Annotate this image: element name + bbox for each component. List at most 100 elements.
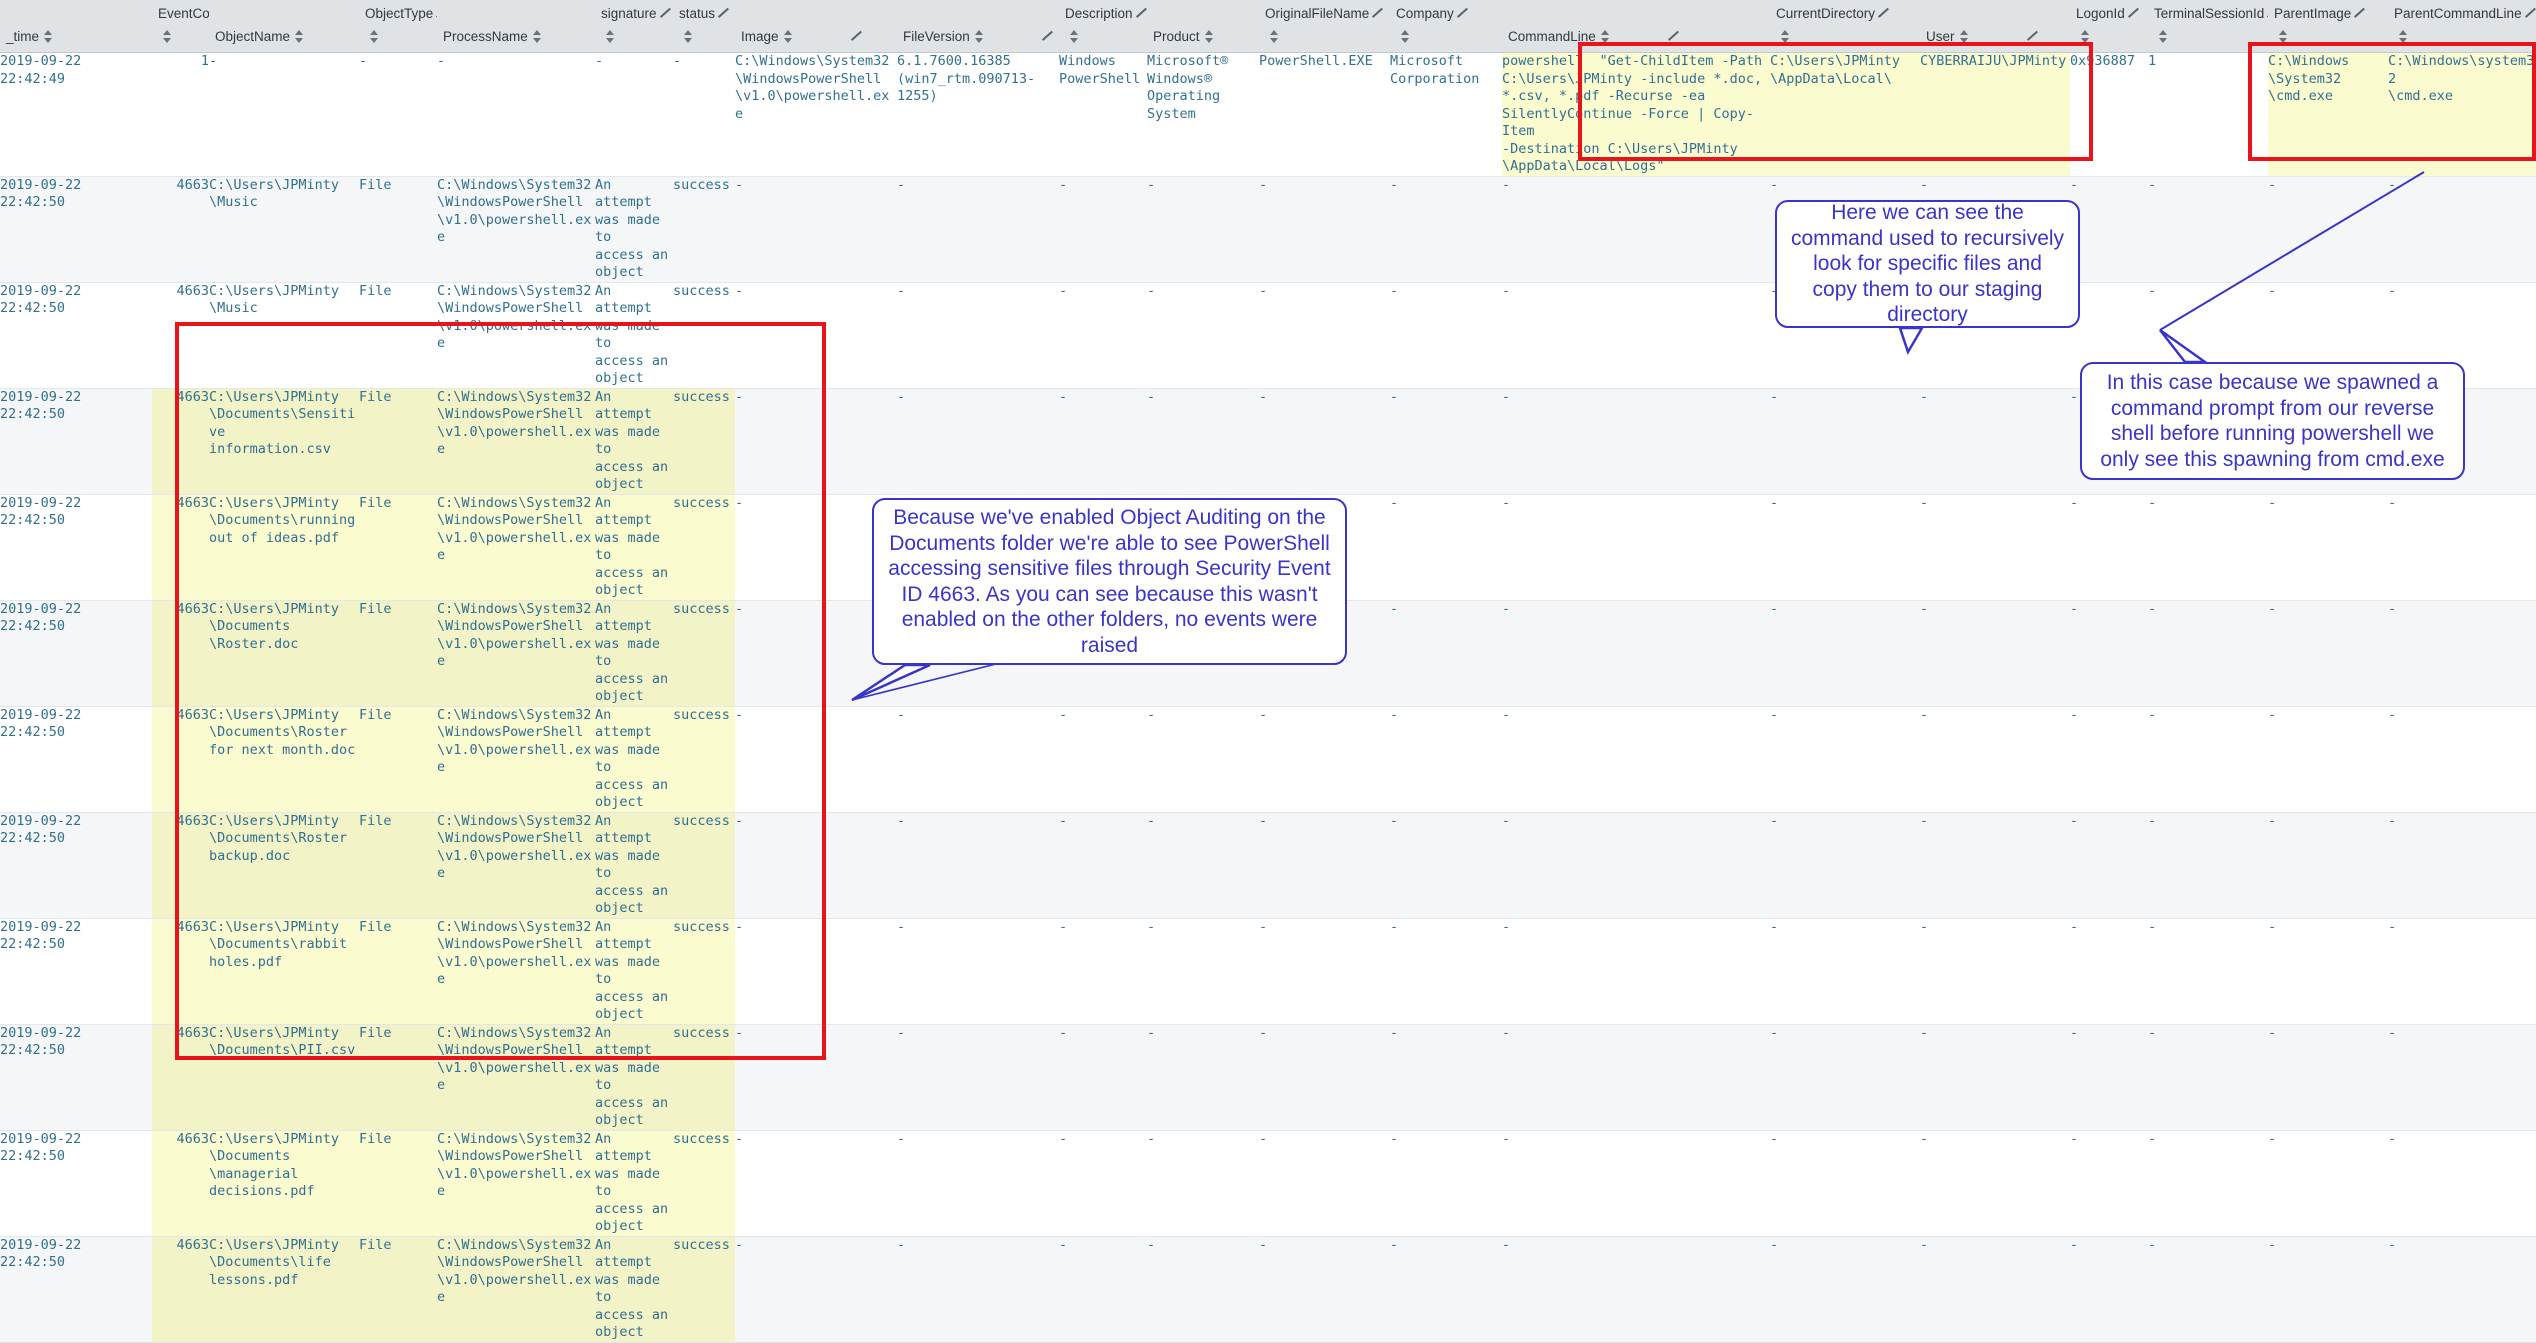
sort-icon[interactable] (606, 30, 615, 43)
cell-eventcode: 4663 (152, 494, 209, 601)
table-row[interactable]: 2019-09-22 22:42:50 4663 C:\Users\JPMinty … (0, 1236, 2536, 1343)
cell-time: 2019-09-22 22:42:50 (0, 600, 152, 707)
sort-icon[interactable] (783, 30, 793, 43)
cell-eventcode: 4663 (152, 706, 209, 813)
column-header-time[interactable]: _time (0, 0, 152, 53)
edit-pencil-icon[interactable] (718, 7, 731, 20)
edit-pencil-icon[interactable] (851, 30, 864, 43)
column-header-user[interactable]: User (1920, 0, 2070, 53)
column-header-status[interactable]: status (673, 0, 735, 53)
table-row[interactable]: 2019-09-22 22:42:50 4663 C:\Users\JPMinty … (0, 918, 2536, 1025)
edit-pencil-icon[interactable] (660, 7, 673, 20)
cell-time: 2019-09-22 22:42:50 (0, 1236, 152, 1343)
column-header-objecttype[interactable]: ObjectType (359, 0, 437, 53)
column-header-company[interactable]: Company (1390, 0, 1502, 53)
sort-icon[interactable] (1204, 30, 1214, 43)
cell-text: - (2070, 812, 2079, 829)
cell-text: - (1390, 706, 1399, 723)
edit-pencil-icon[interactable] (1668, 30, 1681, 43)
cell-company: - (1390, 812, 1502, 919)
column-header-description[interactable]: Description (1059, 0, 1147, 53)
cell-text: - (1502, 1024, 1511, 1041)
edit-pencil-icon[interactable] (1372, 7, 1385, 20)
edit-pencil-icon[interactable] (1042, 30, 1055, 43)
cell-text: - (1059, 1236, 1068, 1253)
cell-text: - (2268, 706, 2277, 723)
table-row[interactable]: 2019-09-22 22:42:50 4663 C:\Users\JPMinty … (0, 1130, 2536, 1237)
sort-icon[interactable] (2399, 30, 2408, 43)
column-header-parentcommandline[interactable]: ParentCommandLine (2388, 0, 2536, 53)
cell-text: - (1059, 176, 1068, 193)
table-row[interactable]: 2019-09-22 22:42:50 4663 C:\Users\JPMinty … (0, 812, 2536, 919)
sort-icon[interactable] (2279, 30, 2288, 43)
cell-image: - (735, 1130, 897, 1237)
cell-text: - (1259, 918, 1268, 935)
edit-pencil-icon[interactable] (2027, 30, 2040, 43)
sort-icon[interactable] (1781, 30, 1790, 43)
column-header-commandline[interactable]: CommandLine (1502, 0, 1770, 53)
cell-user: - (1920, 494, 2070, 601)
column-header-processname[interactable]: ProcessName (437, 0, 595, 53)
cell-text: - (1059, 918, 1068, 935)
column-header-objectname[interactable]: ObjectName (209, 0, 359, 53)
column-header-product[interactable]: Product (1147, 0, 1259, 53)
cell-text: - (2268, 494, 2277, 511)
sort-icon[interactable] (370, 30, 379, 43)
column-header-label: CommandLine (1508, 29, 1596, 44)
cell-parentcommandline: - (2388, 600, 2536, 707)
cell-text: C:\Windows\system32 \cmd.exe (2388, 53, 2535, 104)
cell-logonid: - (2070, 494, 2148, 601)
sort-icon[interactable] (1600, 30, 1610, 43)
cell-parentimage: C:\Windows \System32 \cmd.exe (2268, 52, 2388, 177)
cell-text: - (2148, 1130, 2157, 1147)
sort-icon[interactable] (1959, 30, 1969, 43)
cell-text: - (2388, 600, 2397, 617)
cell-text: - (1147, 812, 1156, 829)
sort-icon[interactable] (532, 30, 542, 43)
column-header-signature[interactable]: signature (595, 0, 673, 53)
column-header-parentimage[interactable]: ParentImage (2268, 0, 2388, 53)
cell-text: 4663 (176, 1024, 209, 1041)
cell-time: 2019-09-22 22:42:50 (0, 282, 152, 389)
table-row[interactable]: 2019-09-22 22:42:50 4663 C:\Users\JPMinty … (0, 706, 2536, 813)
sort-icon[interactable] (1270, 30, 1279, 43)
cell-text: - (897, 282, 906, 299)
sort-icon[interactable] (2159, 30, 2168, 43)
sort-icon[interactable] (295, 30, 304, 43)
column-header-image[interactable]: Image (735, 0, 897, 53)
cell-text: - (1147, 1130, 1156, 1147)
cell-fileversion: 6.1.7600.16385 (win7_rtm.090713-1255) (897, 52, 1059, 177)
sort-icon[interactable] (1070, 30, 1079, 43)
sort-icon[interactable] (1401, 30, 1410, 43)
column-header-logonid[interactable]: LogonId (2070, 0, 2148, 53)
edit-pencil-icon[interactable] (2128, 7, 2141, 20)
cell-eventcode: 4663 (152, 600, 209, 707)
table-row[interactable]: 2019-09-22 22:42:50 4663 C:\Users\JPMinty … (0, 1024, 2536, 1131)
cell-user: - (1920, 812, 2070, 919)
cell-text: - (1920, 1130, 1929, 1147)
table-row[interactable]: 2019-09-22 22:42:49 1- - - - - C:\Windows\Syst… (0, 52, 2536, 177)
sort-icon[interactable] (163, 30, 172, 43)
column-header-originalfilename[interactable]: OriginalFileName (1259, 0, 1390, 53)
cell-text: An attempt was made to access an object (595, 600, 669, 705)
edit-pencil-icon[interactable] (1878, 7, 1891, 20)
sort-icon[interactable] (684, 30, 693, 43)
sort-icon[interactable] (2081, 30, 2090, 43)
table-row[interactable]: 2019-09-22 22:42:50 4663 C:\Users\JPMinty … (0, 176, 2536, 283)
edit-pencil-icon[interactable] (2525, 7, 2536, 20)
column-header-currentdirectory[interactable]: CurrentDirectory (1770, 0, 1920, 53)
cell-text: C:\Users\JPMinty \Documents\rabbit holes… (209, 918, 348, 970)
cell-user: CYBERRAIJU\JPMinty (1920, 52, 2070, 177)
sort-icon[interactable] (44, 30, 53, 43)
cell-text: - (1920, 812, 1929, 829)
column-header-eventcode[interactable]: EventCode (152, 0, 225, 53)
edit-pencil-icon[interactable] (1457, 7, 1470, 20)
cell-processname: C:\Windows\System32 \WindowsPowerShell \… (437, 388, 595, 495)
cell-text: 2019-09-22 22:42:50 (0, 918, 90, 953)
column-header-terminalsessionid[interactable]: TerminalSessionId (2148, 0, 2268, 53)
column-header-fileversion[interactable]: FileVersion (897, 0, 1059, 53)
cell-processname: - (437, 52, 595, 177)
edit-pencil-icon[interactable] (2354, 7, 2367, 20)
cell-text: - (1147, 706, 1156, 723)
sort-icon[interactable] (974, 30, 984, 43)
